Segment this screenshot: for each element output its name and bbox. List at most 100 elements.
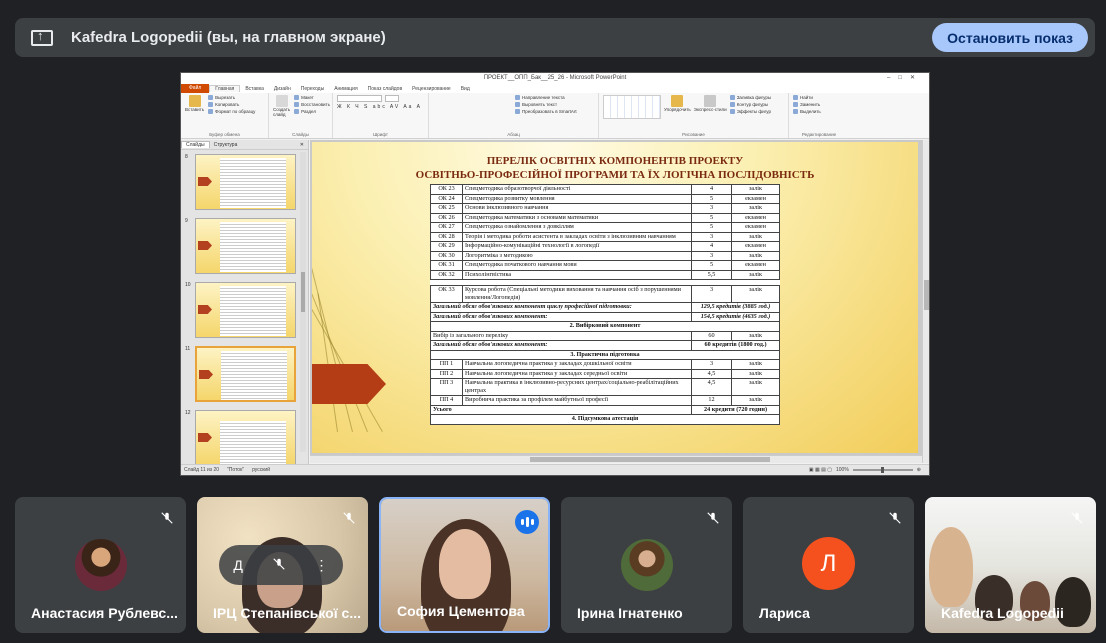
table-cell: 5	[691, 193, 732, 204]
table-cell: ОК 23	[430, 184, 463, 195]
tab-outline[interactable]: Структура	[210, 142, 242, 148]
participant-avatar	[621, 539, 673, 591]
align-text-button[interactable]: Выровнять текст	[515, 102, 594, 107]
tab-design[interactable]: Дизайн	[269, 86, 296, 92]
fit-slide-icon[interactable]: ⊕	[917, 467, 921, 473]
thumbnail-slide[interactable]: 10	[185, 282, 297, 340]
font-format-buttons[interactable]: Ж К Ч S abc AV Aa A	[337, 104, 424, 110]
tab-view[interactable]: Вид	[456, 86, 475, 92]
find-icon	[793, 95, 798, 100]
paste-button[interactable]: Вставить	[185, 95, 204, 114]
shape-effects-button[interactable]: Эффекты фигур	[729, 109, 771, 114]
view-buttons[interactable]: ▣ ▦ ▤ ▢	[809, 467, 832, 473]
close-pane-icon[interactable]: ✕	[296, 142, 308, 148]
table-row: ОК 27 Спецметодика ознайомлення з довкілл…	[430, 222, 780, 233]
group-label-drawing: Рисование	[682, 132, 705, 137]
smartart-button[interactable]: Преобразовать в SmartArt	[515, 109, 594, 114]
table-row: ОК 29 Інформаційно-комунікаційні технолог…	[430, 241, 780, 252]
zoom-level: 100%	[836, 467, 849, 473]
pin-icon[interactable]: Д	[233, 557, 242, 573]
quick-styles-icon	[704, 95, 717, 107]
tab-insert[interactable]: Вставка	[240, 86, 269, 92]
table-cell: ОК 32	[430, 269, 463, 280]
outline-icon	[729, 102, 735, 107]
shape-outline-button[interactable]: Контур фигуры	[729, 102, 771, 107]
group-label-paragraph: Абзац	[507, 132, 520, 137]
table-cell: залік	[731, 330, 780, 341]
participant-tile[interactable]: Д ⋮ ІРЦ Степанівської с...	[197, 497, 368, 633]
table-total-row: Усього 24 кредити (720 годин)	[430, 404, 780, 415]
participant-tile[interactable]: Ірина Ігнатенко	[561, 497, 732, 633]
tab-transitions[interactable]: Переходы	[296, 86, 329, 92]
thumbnail-slide[interactable]: 8	[185, 154, 297, 212]
reset-button[interactable]: Восстановить	[294, 102, 330, 107]
thumbnail-slide-selected[interactable]: 11	[185, 346, 297, 404]
shared-screen-powerpoint: ПРОЕКТ__ОПП_Бак__25_26 - Microsoft Power…	[180, 72, 930, 476]
replace-button[interactable]: Заменить	[793, 102, 845, 107]
stop-presenting-button[interactable]: Остановить показ	[932, 23, 1088, 52]
table-row: ОК 26 Спецметодика математики з основами …	[430, 212, 780, 223]
table-cell: залік	[731, 269, 780, 280]
find-button[interactable]: Найти	[793, 95, 845, 100]
participant-tile-speaking[interactable]: София Цементова	[379, 497, 550, 633]
table-cell: Психолінгвістика	[462, 269, 692, 280]
table-cell: залік	[731, 285, 780, 303]
layout-button[interactable]: Макет	[294, 95, 330, 100]
tab-file[interactable]: Файл	[181, 84, 210, 93]
slide-thumbnails-pane: Слайды Структура ✕ 8 9 10 11 12	[181, 140, 309, 468]
table-section-row: 2. Вибірковий компонент	[430, 321, 780, 332]
current-slide[interactable]: ПЕРЕЛІК ОСВІТНІХ КОМПОНЕНТІВ ПРОЕКТУ ОСВ…	[312, 142, 918, 453]
participant-name: Kafedra Logopedii	[941, 605, 1064, 621]
text-direction-button[interactable]: Направление текста	[515, 95, 594, 100]
table-cell: залік	[731, 359, 780, 370]
table-cell: залік	[731, 184, 780, 195]
ppt-ribbon: Вставить Вырезать Копировать Формат по о…	[181, 93, 929, 139]
font-name-select[interactable]	[337, 95, 382, 102]
table-cell: ПП 1	[430, 359, 463, 370]
cut-button[interactable]: Вырезать	[208, 95, 255, 100]
tab-slides[interactable]: Слайды	[181, 141, 210, 148]
quick-styles-button[interactable]: Экспресс-стили	[694, 95, 727, 119]
window-controls: –□✕	[887, 75, 923, 81]
table-cell: 4. Підсумкова атестація	[430, 414, 780, 425]
ppt-window-title: ПРОЕКТ__ОПП_Бак__25_26 - Microsoft Power…	[483, 75, 627, 81]
participant-tile[interactable]: Kafedra Logopedii	[925, 497, 1096, 633]
presentation-banner: Kafedra Logopedii (вы, на главном экране…	[15, 18, 1095, 57]
tab-animations[interactable]: Анимация	[329, 86, 362, 92]
table-cell: залік	[731, 250, 780, 261]
zoom-slider[interactable]	[852, 467, 913, 473]
thumbnail-slide[interactable]: 9	[185, 218, 297, 276]
font-size-select[interactable]	[385, 95, 399, 102]
align-text-icon	[515, 102, 520, 107]
mic-off-icon[interactable]	[272, 557, 286, 574]
copy-button[interactable]: Копировать	[208, 102, 255, 107]
participant-tile[interactable]: Л Лариса	[743, 497, 914, 633]
horizontal-scrollbar[interactable]	[310, 455, 922, 463]
more-options-icon[interactable]: ⋮	[315, 557, 329, 574]
slide-decoration-arrow	[312, 364, 386, 404]
participant-tile[interactable]: Анастасия Рублевс...	[15, 497, 186, 633]
thumbnail-slide[interactable]: 12	[185, 410, 297, 468]
shape-fill-button[interactable]: Заливка фигуры	[729, 95, 771, 100]
table-cell: 12	[691, 395, 732, 406]
table-cell: 3	[691, 250, 732, 261]
table-cell: Навчальна логопедична практика у заклада…	[462, 368, 692, 379]
section-button[interactable]: Раздел	[294, 109, 330, 114]
ribbon-group-editing: Найти Заменить Выделить Редактирование	[789, 93, 849, 138]
tab-home[interactable]: Главная	[209, 85, 241, 92]
arrange-icon	[671, 95, 684, 107]
new-slide-button[interactable]: Создать слайд	[273, 95, 290, 117]
table-cell: 3	[691, 359, 732, 370]
arrange-button[interactable]: Упорядочить	[664, 95, 691, 119]
select-button[interactable]: Выделить	[793, 109, 845, 114]
pane-scrollbar[interactable]	[300, 152, 306, 452]
table-cell: Інформаційно-комунікаційні технології в …	[462, 241, 692, 252]
tab-review[interactable]: Рецензирование	[407, 86, 456, 92]
table-cell: Загальний обсяг обов'язкових компонент:	[430, 311, 692, 322]
tab-slideshow[interactable]: Показ слайдов	[363, 86, 407, 92]
participant-name: София Цементова	[397, 603, 525, 619]
table-row: Вибір із загального переліку 60 залік	[430, 330, 780, 341]
format-painter-button[interactable]: Формат по образцу	[208, 109, 255, 114]
vertical-scrollbar[interactable]	[922, 140, 929, 463]
shapes-gallery[interactable]	[603, 95, 661, 119]
